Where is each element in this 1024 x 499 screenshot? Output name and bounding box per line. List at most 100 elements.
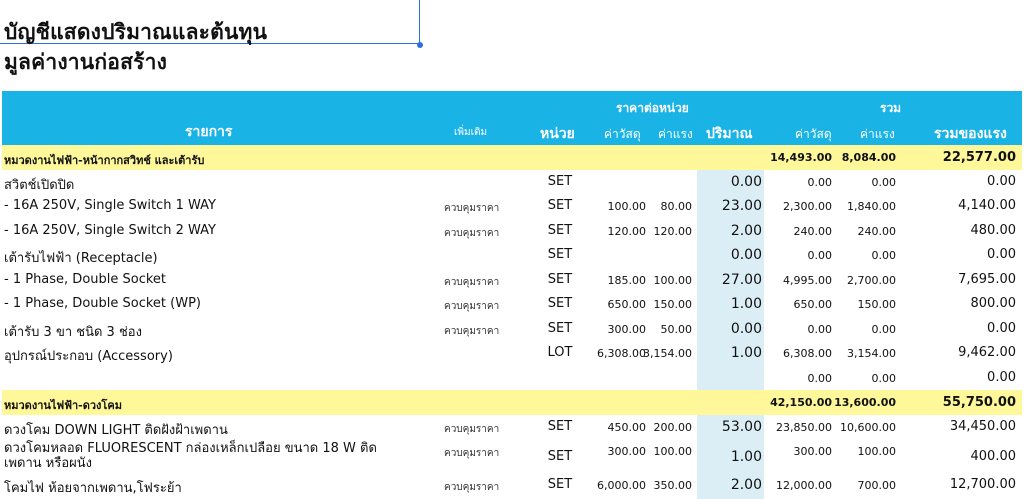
cell-grand-total: 0.00: [987, 173, 1016, 189]
cell-total-labor: 1,840.00: [847, 200, 896, 213]
cell-total-labor: 0.00: [871, 322, 897, 336]
cell-quantity: 1.00: [730, 449, 762, 465]
cell-quantity: 0.00: [730, 247, 762, 263]
category-row[interactable]: หมวดงานไฟฟ้า-หน้ากากสวิทช์ และเต้ารับ 14,…: [2, 145, 1022, 170]
cell-grand-total: 22,577.00: [942, 150, 1016, 165]
cell-material: 450.00: [607, 420, 647, 434]
cell-item-name: เต้ารับไฟฟ้า (Receptacle): [4, 251, 158, 266]
cell-grand-total: 0.00: [987, 247, 1016, 262]
header-total-labor: ค่าแรง: [860, 127, 895, 141]
table-row[interactable]: เต้ารับไฟฟ้า (Receptacle) SET 0.00 0.00 0.00…: [2, 243, 1022, 268]
cell-grand-total: 55,750.00: [942, 395, 1016, 410]
table-row[interactable]: เต้ารับ 3 ขา ชนิด 3 ช่อง ควบคุมราคา SET 300…: [2, 317, 1022, 342]
boq-table: ราคาต่อหน่วย รวม รายการ เพิ่มเติม หน่วย …: [2, 91, 1022, 498]
cell-total-labor: 0.00: [871, 175, 897, 189]
table-header: ราคาต่อหน่วย รวม รายการ เพิ่มเติม หน่วย …: [2, 91, 1022, 145]
cell-quantity: 0.00: [730, 320, 762, 337]
cell-extra: ควบคุมราคา: [444, 448, 500, 459]
cell-unit: SET: [547, 247, 573, 262]
cell-quantity: 1.00: [730, 345, 762, 361]
cell-grand-total: 9,462.00: [958, 345, 1016, 360]
cell-labor: 120.00: [653, 224, 693, 238]
cell-material: 100.00: [607, 200, 647, 213]
cell-grand-total: 400.00: [970, 449, 1017, 464]
cell-material: 120.00: [607, 224, 647, 238]
header-material: ค่าวัสดุ: [604, 127, 641, 141]
selection-handle[interactable]: [417, 42, 423, 48]
cell-material: 300.00: [607, 322, 647, 336]
cell-item-name: อุปกรณ์ประกอบ (Accessory): [4, 349, 173, 364]
cell-extra: ควบคุมราคา: [444, 482, 500, 493]
table-row[interactable]: โคมไฟ ห้อยจากเพดาน,โฟระย้า ควบคุมราคา SET 6…: [2, 473, 1022, 498]
cell-unit: SET: [547, 418, 573, 434]
header-grand-total: รวมของแรง: [934, 126, 1007, 142]
cell-total-labor: 0.00: [871, 249, 897, 262]
cell-grand-total: 34,450.00: [949, 418, 1016, 434]
cell-total-material: 240.00: [793, 224, 833, 238]
cell-item-name: โคมไฟ ห้อยจากเพดาน,โฟระย้า: [4, 481, 182, 496]
cell-total-labor: 8,084.00: [841, 151, 896, 164]
header-item: รายการ: [185, 124, 233, 140]
category-row[interactable]: หมวดงานไฟฟ้า-ดวงโคม 42,150.00 13,600.00 55,…: [2, 390, 1022, 415]
cell-unit: SET: [547, 222, 573, 238]
cell-quantity: 53.00: [721, 418, 762, 435]
cell-total-labor: 150.00: [857, 298, 897, 311]
cell-labor: 3,154.00: [643, 347, 692, 360]
cell-unit: SET: [547, 173, 573, 189]
cell-extra: ควบคุมราคา: [444, 325, 500, 337]
cell-item-name: ดวงโคมหลอด FLUORESCENT กล่องเหล็กเปลือย …: [4, 441, 377, 471]
header-labor: ค่าแรง: [658, 127, 693, 141]
cell-labor: 80.00: [660, 200, 693, 213]
cell-grand-total: 800.00: [970, 296, 1017, 311]
cell-extra: ควบคุมราคา: [444, 227, 500, 239]
cell-extra: ควบคุมราคา: [444, 203, 500, 214]
cell-grand-total: 12,700.00: [949, 477, 1016, 492]
cell-total-labor: 13,600.00: [834, 396, 896, 409]
table-row[interactable]: สวิตช์เปิดปิด SET 0.00 0.00 0.00 0.00: [2, 170, 1022, 195]
cell-item-name: - 1 Phase, Double Socket (WP): [4, 296, 201, 311]
header-total: รวม: [880, 101, 902, 115]
cell-total-material: 0.00: [807, 249, 833, 262]
cell-total-labor: 10,600.00: [840, 420, 896, 434]
cell-total-labor: 700.00: [857, 479, 897, 492]
cell-unit: LOT: [547, 345, 573, 360]
cell-unit: SET: [547, 449, 573, 464]
cell-total-labor: 3,154.00: [847, 347, 896, 360]
cell-quantity: 2.00: [730, 477, 762, 493]
cell-unit: SET: [547, 296, 573, 311]
table-row[interactable]: อุปกรณ์ประกอบ (Accessory) LOT 6,308.00 3,15…: [2, 341, 1022, 366]
cell-total-material: 42,150.00: [770, 396, 832, 409]
header-total-material: ค่าวัสดุ: [795, 127, 832, 141]
table-row[interactable]: ดวงโคมหลอด FLUORESCENT กล่องเหล็กเปลือย …: [2, 439, 1022, 473]
sheet-title-line2: มูลค่างานก่อสร้าง: [4, 50, 168, 74]
cell-total-material: 300.00: [793, 445, 833, 458]
table-row[interactable]: - 1 Phase, Double Socket ควบคุมราคา SET 185…: [2, 268, 1022, 293]
table-row[interactable]: - 1 Phase, Double Socket (WP) ควบคุมราคา S…: [2, 292, 1022, 317]
cell-grand-total: 7,695.00: [958, 271, 1016, 287]
cell-quantity: 1.00: [730, 296, 762, 312]
cell-total-material: 6,308.00: [783, 347, 832, 360]
cell-material: 6,000.00: [597, 479, 646, 492]
table-row[interactable]: ดวงโคม DOWN LIGHT ติดฝังฝ้าเพดาน ควบคุมรา…: [2, 415, 1022, 440]
cell-item-name: - 16A 250V, Single Switch 2 WAY: [4, 222, 216, 238]
cell-unit: SET: [547, 477, 573, 492]
table-body: หมวดงานไฟฟ้า-หน้ากากสวิทช์ และเต้ารับ 14,…: [2, 145, 1022, 498]
cell-material: 300.00: [607, 445, 647, 458]
table-row[interactable]: 0.00 0.00 0.00: [2, 366, 1022, 391]
cell-unit: SET: [547, 320, 573, 336]
cell-total-labor: 100.00: [857, 445, 897, 458]
cell-total-material: 12,000.00: [776, 479, 832, 492]
table-row[interactable]: - 16A 250V, Single Switch 1 WAY ควบคุมราค…: [2, 194, 1022, 219]
cell-extra: ควบคุมราคา: [444, 276, 500, 288]
table-row[interactable]: - 16A 250V, Single Switch 2 WAY ควบคุมราค…: [2, 219, 1022, 244]
cell-material: 185.00: [607, 273, 647, 287]
cell-grand-total: 4,140.00: [958, 198, 1016, 213]
cell-labor: 100.00: [653, 445, 693, 458]
cell-item-name: สวิตช์เปิดปิด: [4, 177, 75, 193]
cell-total-material: 0.00: [807, 371, 833, 385]
cell-total-labor: 2,700.00: [847, 273, 896, 287]
cell-item-name: - 16A 250V, Single Switch 1 WAY: [4, 198, 216, 213]
header-quantity: ปริมาณ: [706, 126, 753, 142]
cell-total-material: 650.00: [793, 298, 833, 311]
cell-total-material: 0.00: [807, 322, 833, 336]
